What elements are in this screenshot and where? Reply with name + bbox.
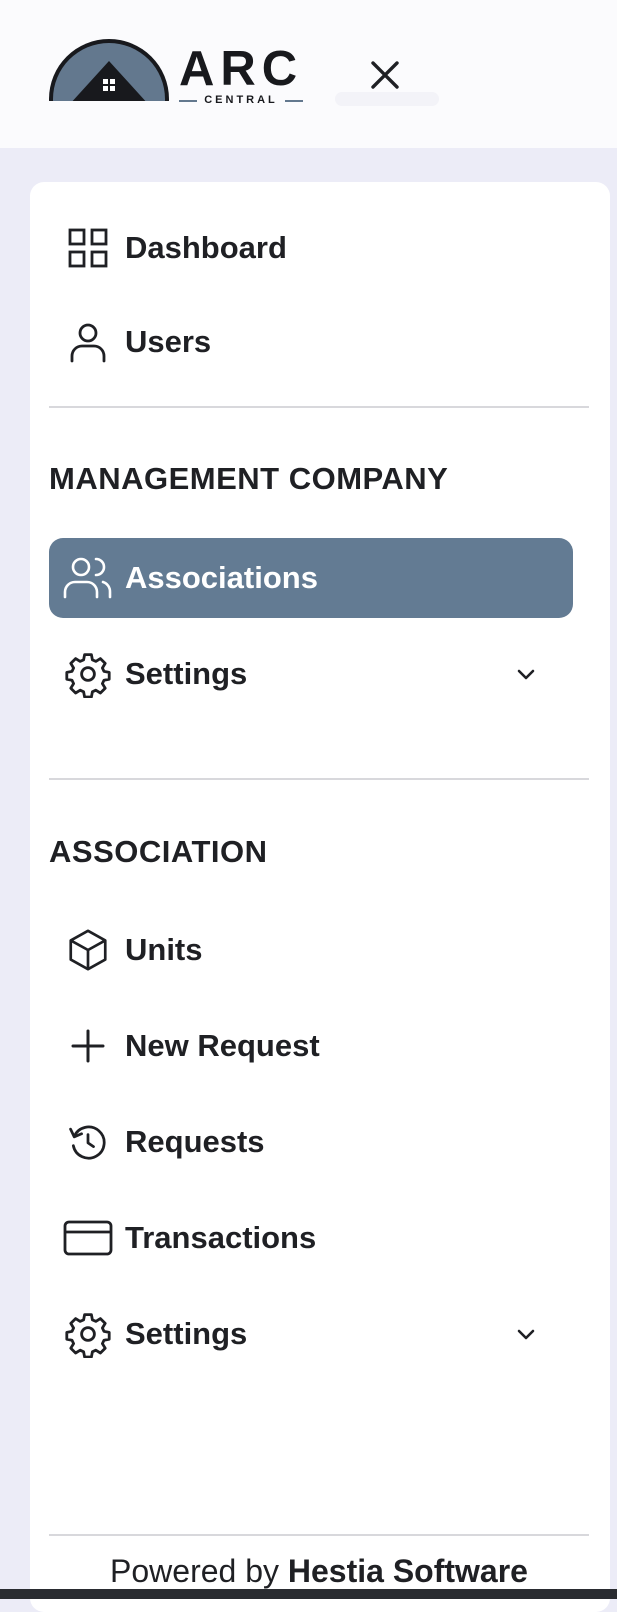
sidebar-item-label: Settings [125,1316,248,1351]
logo-subtext: CENTRAL [179,94,303,106]
chevron-down-icon[interactable] [513,661,539,687]
top-bar: ARC CENTRAL [0,0,617,148]
sidebar-item-units[interactable]: Units [49,910,573,990]
sidebar-item-label: Users [125,324,212,359]
users-icon [63,553,113,603]
house-logo-icon [49,39,169,101]
sidebar-item-requests[interactable]: Requests [49,1102,573,1182]
powered-by-footer: Powered by Hestia Software [49,1553,589,1590]
sidebar-item-new-request[interactable]: New Request [49,1006,573,1086]
close-icon [371,61,399,89]
sidebar-item-label: Settings [125,656,248,691]
sidebar-item-management-settings[interactable]: Settings [49,634,573,714]
gear-icon [63,649,113,699]
cube-icon [63,925,113,975]
sidebar-item-dashboard[interactable]: Dashboard [49,208,573,288]
sidebar-item-transactions[interactable]: Transactions [49,1198,573,1278]
bottom-strip [0,1589,617,1599]
sidebar-item-label: New Request [125,1028,320,1063]
credit-card-icon [63,1213,113,1263]
sidebar-item-label: Dashboard [125,230,287,265]
user-icon [63,317,113,367]
gear-icon [63,1309,113,1359]
section-divider [49,778,589,780]
sidebar-item-association-settings[interactable]: Settings [49,1294,573,1374]
chevron-down-icon[interactable] [513,1321,539,1347]
sidebar-item-label: Transactions [125,1220,317,1255]
history-icon [63,1117,113,1167]
sidebar-item-label: Associations [125,560,318,595]
section-heading-management: MANAGEMENT COMPANY [49,461,449,496]
footer-brand-link[interactable]: Hestia Software [288,1553,528,1589]
sidebar-item-users[interactable]: Users [49,302,573,382]
header-pill [335,92,439,106]
sidebar-item-label: Requests [125,1124,265,1159]
plus-icon [63,1021,113,1071]
footer-prefix: Powered by [110,1553,279,1589]
footer-divider [49,1534,589,1536]
sidebar-item-label: Units [125,932,203,967]
sidebar-panel [30,182,610,1612]
grid-icon [63,223,113,273]
arc-central-logo[interactable]: ARC CENTRAL [49,35,305,106]
section-heading-association: ASSOCIATION [49,834,268,869]
sidebar-item-associations[interactable]: Associations [49,538,573,618]
section-divider [49,406,589,408]
logo-text: ARC [179,42,304,96]
